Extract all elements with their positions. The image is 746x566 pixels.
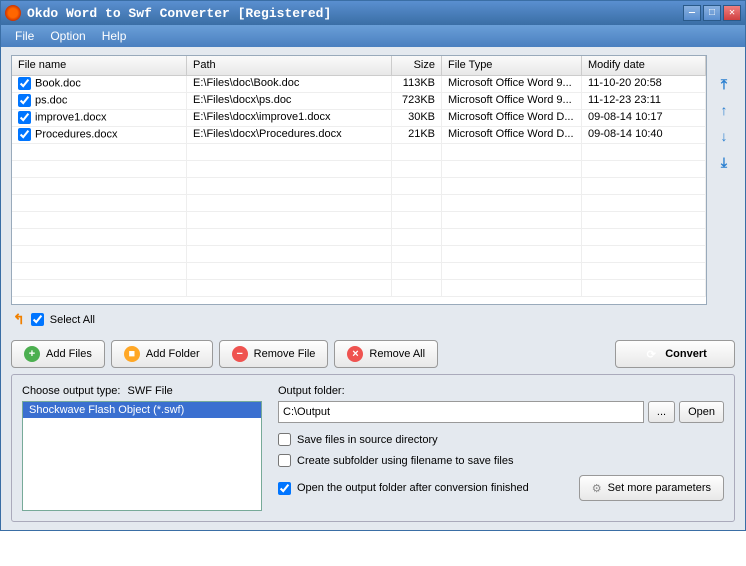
cell-size: 723KB — [392, 93, 442, 109]
cell-date: 11-12-23 23:11 — [582, 93, 706, 109]
output-folder-label: Output folder: — [278, 385, 345, 397]
convert-icon: ⟳ — [643, 346, 659, 362]
browse-button[interactable]: ... — [648, 401, 675, 423]
open-folder-button[interactable]: Open — [679, 401, 724, 423]
menubar: File Option Help — [1, 25, 745, 47]
row-checkbox[interactable] — [18, 94, 31, 107]
maximize-button[interactable]: □ — [703, 5, 721, 21]
row-checkbox[interactable] — [18, 77, 31, 90]
remove-file-button[interactable]: −Remove File — [219, 340, 329, 368]
cell-type: Microsoft Office Word 9... — [442, 93, 582, 109]
cell-path: E:\Files\docx\improve1.docx — [187, 110, 392, 126]
table-row — [12, 229, 706, 246]
menu-option[interactable]: Option — [42, 27, 93, 45]
convert-button[interactable]: ⟳Convert — [615, 340, 735, 368]
app-icon — [5, 5, 21, 21]
table-row[interactable]: improve1.docxE:\Files\docx\improve1.docx… — [12, 110, 706, 127]
table-row — [12, 178, 706, 195]
open-after-checkbox[interactable] — [278, 482, 291, 495]
col-header-path[interactable]: Path — [187, 56, 392, 75]
remove-all-button[interactable]: ×Remove All — [334, 340, 438, 368]
cell-type: Microsoft Office Word 9... — [442, 76, 582, 92]
move-top-button[interactable]: ⤒ — [715, 75, 733, 93]
move-down-button[interactable]: ↓ — [715, 127, 733, 145]
output-type-list[interactable]: Shockwave Flash Object (*.swf) — [22, 401, 262, 511]
subfolder-label: Create subfolder using filename to save … — [297, 455, 513, 467]
table-row — [12, 144, 706, 161]
output-type-label: Choose output type: — [22, 385, 120, 397]
save-source-label: Save files in source directory — [297, 434, 438, 446]
row-checkbox[interactable] — [18, 111, 31, 124]
cell-size: 21KB — [392, 127, 442, 143]
plus-icon: + — [24, 346, 40, 362]
cell-date: 11-10-20 20:58 — [582, 76, 706, 92]
cell-path: E:\Files\docx\ps.doc — [187, 93, 392, 109]
move-bottom-button[interactable]: ⤓ — [715, 153, 733, 171]
col-header-name[interactable]: File name — [12, 56, 187, 75]
table-row — [12, 246, 706, 263]
add-files-button[interactable]: +Add Files — [11, 340, 105, 368]
add-folder-button[interactable]: ■Add Folder — [111, 340, 213, 368]
cell-type: Microsoft Office Word D... — [442, 127, 582, 143]
menu-help[interactable]: Help — [94, 27, 135, 45]
col-header-type[interactable]: File Type — [442, 56, 582, 75]
minimize-button[interactable]: — — [683, 5, 701, 21]
settings-panel: Choose output type: SWF File Shockwave F… — [11, 374, 735, 522]
table-row — [12, 161, 706, 178]
output-type-item[interactable]: Shockwave Flash Object (*.swf) — [23, 402, 261, 418]
table-row — [12, 195, 706, 212]
menu-file[interactable]: File — [7, 27, 42, 45]
cell-path: E:\Files\doc\Book.doc — [187, 76, 392, 92]
table-row[interactable]: ps.docE:\Files\docx\ps.doc723KBMicrosoft… — [12, 93, 706, 110]
table-row — [12, 263, 706, 280]
table-row[interactable]: Book.docE:\Files\doc\Book.doc113KBMicros… — [12, 76, 706, 93]
select-all-label: Select All — [50, 314, 95, 326]
cell-date: 09-08-14 10:17 — [582, 110, 706, 126]
output-folder-input[interactable] — [278, 401, 644, 423]
cell-path: E:\Files\docx\Procedures.docx — [187, 127, 392, 143]
col-header-size[interactable]: Size — [392, 56, 442, 75]
cell-size: 113KB — [392, 76, 442, 92]
reorder-panel: ⤒ ↑ ↓ ⤓ — [713, 55, 735, 305]
cell-date: 09-08-14 10:40 — [582, 127, 706, 143]
grid-header: File name Path Size File Type Modify dat… — [12, 56, 706, 76]
table-row — [12, 280, 706, 297]
set-more-button[interactable]: ⚙Set more parameters — [579, 475, 724, 501]
up-arrow-icon: ↰ — [13, 311, 25, 328]
table-row[interactable]: Procedures.docxE:\Files\docx\Procedures.… — [12, 127, 706, 144]
move-up-button[interactable]: ↑ — [715, 101, 733, 119]
output-type-value: SWF File — [128, 385, 173, 397]
file-grid[interactable]: File name Path Size File Type Modify dat… — [11, 55, 707, 305]
remove-all-icon: × — [347, 346, 363, 362]
window-title: Okdo Word to Swf Converter [Registered] — [27, 6, 683, 21]
table-row — [12, 212, 706, 229]
folder-icon: ■ — [124, 346, 140, 362]
minus-icon: − — [232, 346, 248, 362]
titlebar: Okdo Word to Swf Converter [Registered] … — [1, 1, 745, 25]
cell-type: Microsoft Office Word D... — [442, 110, 582, 126]
select-all-checkbox[interactable] — [31, 313, 44, 326]
row-checkbox[interactable] — [18, 128, 31, 141]
open-after-label: Open the output folder after conversion … — [297, 482, 573, 494]
col-header-date[interactable]: Modify date — [582, 56, 706, 75]
gear-icon: ⚙ — [592, 482, 602, 495]
subfolder-checkbox[interactable] — [278, 454, 291, 467]
save-source-checkbox[interactable] — [278, 433, 291, 446]
close-button[interactable]: ✕ — [723, 5, 741, 21]
cell-size: 30KB — [392, 110, 442, 126]
